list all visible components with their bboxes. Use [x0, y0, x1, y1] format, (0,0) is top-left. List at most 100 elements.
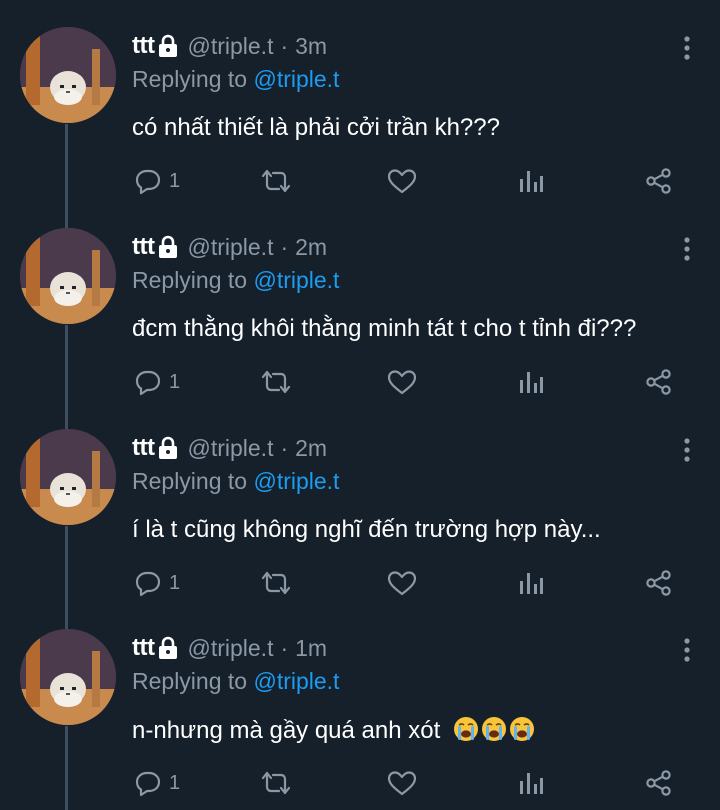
- reply-count: 1: [169, 169, 181, 192]
- mention-link[interactable]: @triple.t: [253, 66, 339, 92]
- tweet-actions: 1: [0, 568, 720, 598]
- share-icon: [646, 770, 671, 796]
- heart-icon: [387, 571, 417, 596]
- heart-icon: [387, 771, 417, 796]
- separator-dot: ·: [280, 233, 289, 260]
- replying-to-label: Replying to: [132, 668, 254, 694]
- share-button[interactable]: [645, 166, 673, 196]
- replying-to-label: Replying to: [132, 267, 254, 293]
- lock-icon: [157, 636, 179, 660]
- tweet[interactable]: ttt @triple.t · 2m Replying to @triple.t…: [0, 201, 720, 401]
- retweet-icon: [261, 571, 291, 595]
- tweet-text-row: n-nhưng mà gầy quá anh xót: [132, 716, 535, 745]
- views-button[interactable]: [518, 367, 544, 397]
- reply-count: 1: [169, 771, 181, 794]
- like-button[interactable]: [386, 768, 418, 798]
- username[interactable]: @triple.t: [187, 33, 273, 60]
- retweet-button[interactable]: [258, 166, 294, 196]
- like-button[interactable]: [386, 166, 418, 196]
- loudly-crying-face-icon: [481, 716, 507, 742]
- heart-icon: [387, 370, 417, 395]
- reply-icon: [135, 169, 161, 195]
- retweet-button[interactable]: [258, 367, 294, 397]
- tweet[interactable]: ttt @triple.t · 2m Replying to @triple.t…: [0, 402, 720, 602]
- tweet-text: đcm thằng khôi thằng minh tát t cho t tỉ…: [132, 315, 637, 342]
- replying-to-label: Replying to: [132, 468, 254, 494]
- timestamp[interactable]: 2m: [295, 234, 327, 261]
- retweet-icon: [261, 169, 291, 193]
- share-button[interactable]: [645, 367, 673, 397]
- analytics-icon: [520, 372, 543, 393]
- display-name[interactable]: ttt: [132, 634, 155, 662]
- reply-button[interactable]: 1: [133, 166, 180, 196]
- more-vertical-icon[interactable]: [684, 36, 690, 60]
- more-vertical-icon[interactable]: [684, 237, 690, 261]
- views-button[interactable]: [518, 166, 544, 196]
- avatar[interactable]: [20, 429, 116, 525]
- retweet-button[interactable]: [258, 568, 294, 598]
- share-button[interactable]: [645, 568, 673, 598]
- display-name[interactable]: ttt: [132, 233, 155, 261]
- username[interactable]: @triple.t: [187, 635, 273, 662]
- mention-link[interactable]: @triple.t: [253, 668, 339, 694]
- tweet[interactable]: ttt @triple.t · 3m Replying to @triple.t…: [0, 0, 720, 200]
- analytics-icon: [520, 573, 543, 594]
- mention-link[interactable]: @triple.t: [253, 468, 339, 494]
- mention-link[interactable]: @triple.t: [253, 267, 339, 293]
- replying-to: Replying to @triple.t: [132, 267, 339, 294]
- replying-to: Replying to @triple.t: [132, 66, 339, 93]
- tweet[interactable]: ttt @triple.t · 1m Replying to @triple.t…: [0, 602, 720, 802]
- replying-to-label: Replying to: [132, 66, 254, 92]
- more-vertical-icon[interactable]: [684, 638, 690, 662]
- reply-icon: [135, 370, 161, 396]
- retweet-icon: [261, 771, 291, 795]
- loudly-crying-face-icon: [453, 716, 479, 742]
- heart-icon: [387, 169, 417, 194]
- username[interactable]: @triple.t: [187, 435, 273, 462]
- lock-icon: [157, 235, 179, 259]
- tweet-actions: 1: [0, 166, 720, 196]
- analytics-icon: [520, 171, 543, 192]
- reply-button[interactable]: 1: [133, 367, 180, 397]
- tweet-actions: 1: [0, 367, 720, 397]
- timestamp[interactable]: 1m: [295, 635, 327, 662]
- display-name[interactable]: ttt: [132, 32, 155, 60]
- reply-count: 1: [169, 370, 181, 393]
- avatar[interactable]: [20, 27, 116, 123]
- avatar[interactable]: [20, 629, 116, 725]
- more-vertical-icon[interactable]: [684, 438, 690, 462]
- replying-to: Replying to @triple.t: [132, 668, 339, 695]
- tweet-text: n-nhưng mà gầy quá anh xót: [132, 717, 441, 744]
- reply-count: 1: [169, 571, 181, 594]
- timestamp[interactable]: 3m: [295, 33, 327, 60]
- share-icon: [646, 168, 671, 194]
- analytics-icon: [520, 773, 543, 794]
- lock-icon: [157, 436, 179, 460]
- username[interactable]: @triple.t: [187, 234, 273, 261]
- share-icon: [646, 369, 671, 395]
- timestamp[interactable]: 2m: [295, 435, 327, 462]
- views-button[interactable]: [518, 568, 544, 598]
- tweet-text: có nhất thiết là phải cởi trần kh???: [132, 114, 500, 141]
- views-button[interactable]: [518, 768, 544, 798]
- lock-icon: [157, 34, 179, 58]
- retweet-button[interactable]: [258, 768, 294, 798]
- share-icon: [646, 570, 671, 596]
- like-button[interactable]: [386, 568, 418, 598]
- separator-dot: ·: [280, 634, 289, 661]
- display-name[interactable]: ttt: [132, 434, 155, 462]
- avatar[interactable]: [20, 228, 116, 324]
- loudly-crying-face-icon: [509, 716, 535, 742]
- separator-dot: ·: [280, 434, 289, 461]
- share-button[interactable]: [645, 768, 673, 798]
- like-button[interactable]: [386, 367, 418, 397]
- reply-button[interactable]: 1: [133, 768, 180, 798]
- replying-to: Replying to @triple.t: [132, 468, 339, 495]
- reply-button[interactable]: 1: [133, 568, 180, 598]
- tweet-actions: 1: [0, 768, 720, 798]
- retweet-icon: [261, 370, 291, 394]
- separator-dot: ·: [280, 32, 289, 59]
- reply-icon: [135, 771, 161, 797]
- reply-icon: [135, 571, 161, 597]
- tweet-text: í là t cũng không nghĩ đến trường hợp nà…: [132, 516, 601, 543]
